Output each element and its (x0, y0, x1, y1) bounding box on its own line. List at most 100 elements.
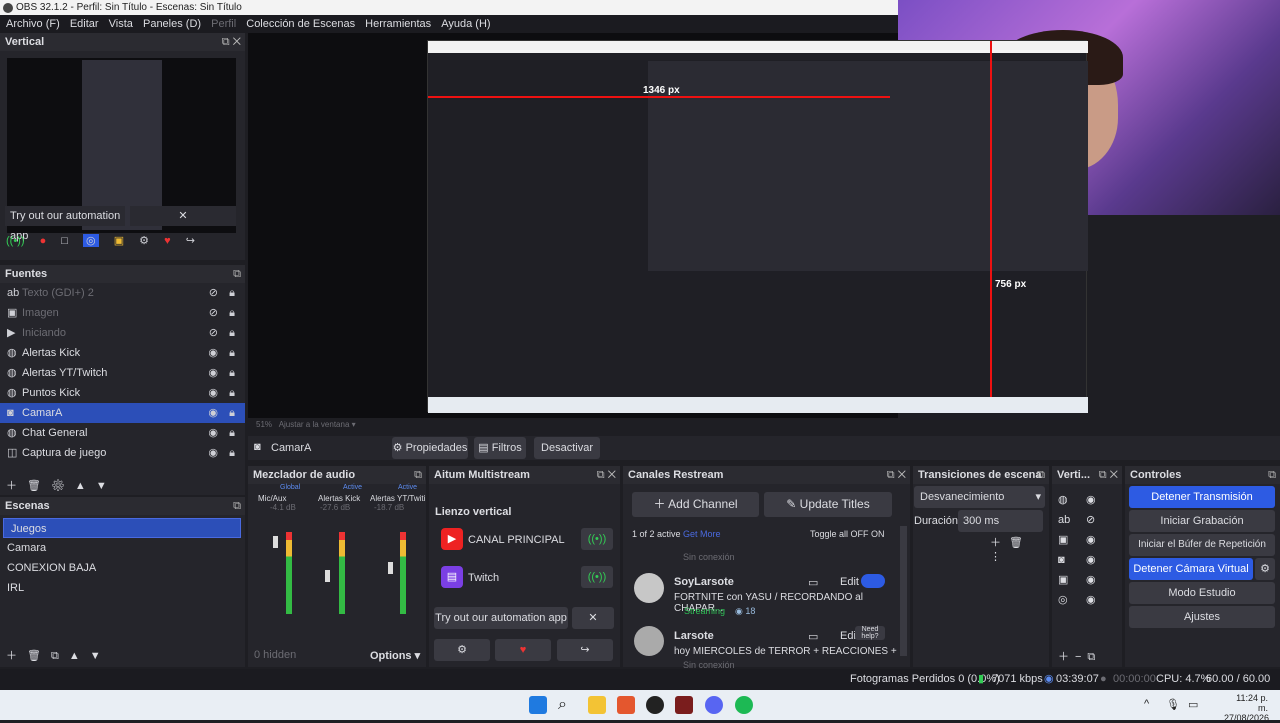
eye-icon[interactable]: ◉ (208, 363, 218, 383)
gear-icon[interactable]: ⚙ (1255, 558, 1275, 580)
heart-icon[interactable]: ♥ (495, 639, 551, 661)
stream-toggle-button[interactable]: ((•)) (581, 528, 613, 550)
heart-icon[interactable]: ♥ (164, 235, 171, 247)
menu-coleccion[interactable]: Colección de Escenas (245, 15, 356, 33)
source-item[interactable]: ab Texto (GDI+) 2 ⊘ 🔒︎ (0, 283, 245, 303)
automation-banner[interactable]: Try out our automation app (434, 607, 568, 629)
search-icon[interactable]: ⌕ (558, 696, 576, 714)
record-icon[interactable]: ● (40, 235, 47, 247)
chat-icon[interactable]: ▭ (808, 630, 818, 643)
source-item[interactable]: ◍ Chat General ◉ 🔒︎ (0, 423, 245, 443)
options-button[interactable]: Options ▾ (370, 649, 420, 662)
properties-button[interactable]: ⚙ Propiedades (392, 437, 468, 459)
menu-paneles[interactable]: Paneles (D) (142, 15, 202, 33)
close-icon[interactable]: ✕ (130, 206, 236, 226)
replay-buffer-button[interactable]: Iniciar el Búfer de Repetición (1129, 534, 1275, 556)
windows-start-icon[interactable] (529, 696, 547, 714)
source-item[interactable]: ◫ Captura de juego ◉ 🔒︎ (0, 443, 245, 463)
scene-item[interactable]: CONEXION BAJA (0, 558, 245, 578)
eye-off-icon[interactable]: ⊘ (209, 283, 218, 303)
network-icon[interactable]: ▭ (1188, 698, 1198, 711)
eye-icon[interactable]: ◉ ⊘ ◉ ◉ ◉ ◉ (1086, 490, 1096, 610)
share-icon[interactable]: ↪ (186, 234, 195, 247)
add-channel-button[interactable]: ＋ Add Channel (632, 492, 759, 517)
stop-icon[interactable]: □ (61, 235, 68, 247)
gear-icon[interactable]: ⚙ (434, 639, 490, 661)
verti-toolbar[interactable]: ＋−⧉ (1058, 648, 1101, 664)
lock-icon[interactable]: 🔒︎ (229, 343, 235, 363)
dock-float-icon[interactable]: ⧉ (414, 466, 422, 484)
lock-icon[interactable]: 🔒︎ (229, 323, 235, 343)
scene-item[interactable]: Camara (0, 538, 245, 558)
folder-icon[interactable] (588, 696, 606, 714)
update-titles-button[interactable]: ✎ Update Titles (764, 492, 892, 517)
sources-toolbar[interactable]: ＋🗑︎⚙︎▲▼ (6, 477, 117, 493)
dock-float-icon[interactable]: ⧉ (1268, 466, 1276, 484)
menu-perfil[interactable]: Perfil (210, 15, 237, 33)
dock-float-icon[interactable]: ⧉ (233, 265, 241, 283)
lock-icon[interactable]: 🔒︎ (229, 303, 235, 323)
eye-off-icon[interactable]: ⊘ (209, 323, 218, 343)
deactivate-button[interactable]: Desactivar (534, 437, 600, 459)
source-item[interactable]: ▶ Iniciando ⊘ 🔒︎ (0, 323, 245, 343)
lock-icon[interactable]: 🔒︎ (229, 383, 235, 403)
global-tab[interactable]: Global (280, 484, 300, 491)
volume-fader[interactable] (325, 570, 330, 582)
stream-toggle-button[interactable]: ((•)) (581, 566, 613, 588)
dock-controls-icon[interactable]: ⧉ ✕ (222, 33, 241, 51)
scene-item[interactable]: Juegos (3, 518, 241, 538)
mic-icon[interactable]: 🎙︎ (1166, 698, 1180, 711)
automation-banner[interactable]: Try out our automation app (5, 206, 125, 242)
volume-fader[interactable] (388, 562, 393, 574)
studio-mode-button[interactable]: Modo Estudio (1129, 582, 1275, 604)
eye-icon[interactable]: ◉ (208, 343, 218, 363)
virtualcam-icon[interactable]: ▣ (114, 234, 124, 247)
eye-icon[interactable]: ◉ (208, 423, 218, 443)
source-item[interactable]: ◍ Alertas Kick ◉ 🔒︎ (0, 343, 245, 363)
scene-item[interactable]: IRL (0, 578, 245, 598)
tray-chevron-icon[interactable]: ^ (1144, 698, 1149, 710)
transition-toolbar[interactable]: ＋🗑︎⋮ (990, 534, 1049, 563)
source-item[interactable]: ◍ Puntos Kick ◉ 🔒︎ (0, 383, 245, 403)
dock-controls-icon[interactable]: ⧉ ✕ (1099, 466, 1118, 484)
dock-controls-icon[interactable]: ⧉ ✕ (597, 466, 616, 484)
eye-icon[interactable]: ◉ (208, 383, 218, 403)
discord-icon[interactable] (705, 696, 723, 714)
transition-select[interactable]: Desvanecimiento ▾ (914, 486, 1045, 508)
menu-herramientas[interactable]: Herramientas (364, 15, 432, 33)
stop-streaming-button[interactable]: Detener Transmisión (1129, 486, 1275, 508)
start-recording-button[interactable]: Iniciar Grabación (1129, 510, 1275, 532)
menu-ayuda[interactable]: Ayuda (H) (440, 15, 491, 33)
dock-float-icon[interactable]: ⧉ (1037, 466, 1045, 484)
dock-float-icon[interactable]: ⧉ (233, 497, 241, 515)
dock-controls-icon[interactable]: ⧉ ✕ (887, 466, 906, 484)
app-icon[interactable] (675, 696, 693, 714)
obs-icon[interactable] (646, 696, 664, 714)
volume-fader[interactable] (273, 536, 278, 548)
brave-icon[interactable] (617, 696, 635, 714)
source-item[interactable]: ▣ Imagen ⊘ 🔒︎ (0, 303, 245, 323)
toggle-all[interactable]: Toggle all OFF ON (810, 529, 885, 539)
menu-vista[interactable]: Vista (108, 15, 134, 33)
clock[interactable]: 11:24 p. m. 27/08/2026 (1224, 693, 1269, 723)
get-more-link[interactable]: Get More (683, 529, 721, 539)
edit-link[interactable]: Edit (840, 576, 859, 588)
help-button[interactable]: Need help? (855, 626, 885, 640)
eye-off-icon[interactable]: ⊘ (209, 303, 218, 323)
source-item[interactable]: ◙ CamarA ◉ 🔒︎ (0, 403, 245, 423)
eye-icon[interactable]: ◉ (208, 403, 218, 423)
channel-toggle[interactable] (861, 574, 885, 588)
lock-icon[interactable]: 🔒︎ (229, 443, 235, 463)
duration-field[interactable]: 300 ms (958, 510, 1043, 532)
stop-virtualcam-button[interactable]: Detener Cámara Virtual (1129, 558, 1253, 580)
filters-button[interactable]: ▤ Filtros (474, 437, 526, 459)
active-tab[interactable]: Active (343, 484, 362, 491)
lock-icon[interactable]: 🔒︎ (229, 403, 235, 423)
spotify-icon[interactable] (735, 696, 753, 714)
source-item[interactable]: ◍ Alertas YT/Twitch ◉ 🔒︎ (0, 363, 245, 383)
chat-icon[interactable]: ▭ (808, 576, 818, 589)
active-tab[interactable]: Active (398, 484, 417, 491)
lock-icon[interactable]: 🔒︎ (229, 283, 235, 303)
lock-icon[interactable]: 🔒︎ (229, 423, 235, 443)
scrollbar[interactable] (900, 526, 907, 656)
